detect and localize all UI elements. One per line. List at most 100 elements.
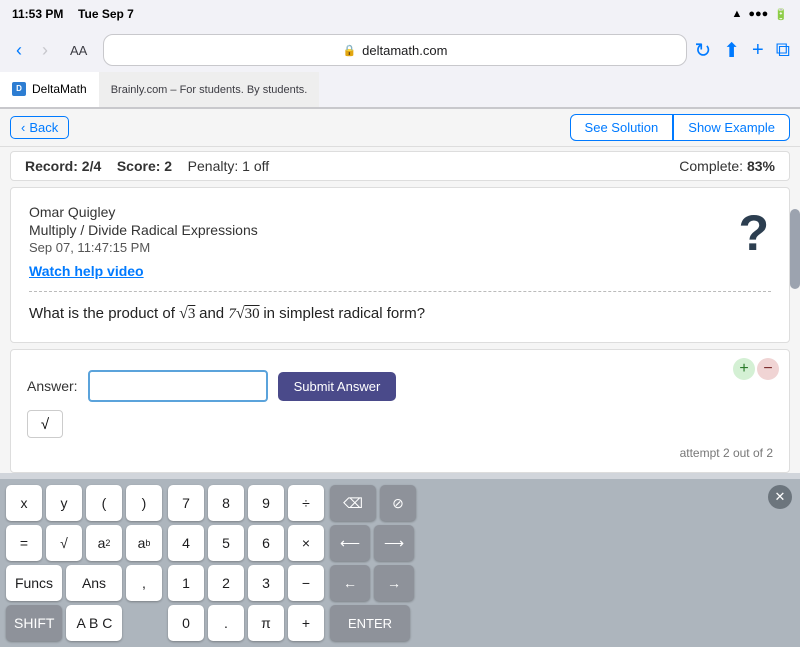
submit-answer-button[interactable]: Submit Answer [278,372,397,401]
key-y[interactable]: y [46,485,82,521]
wifi-icon: ▲ [731,8,742,20]
complete-info: Complete: 83% [679,158,775,174]
key-6[interactable]: 6 [248,525,284,561]
complete-label: Complete: [679,158,743,174]
answer-label: Answer: [27,378,78,394]
right-arrow-button[interactable]: ⟶ [374,525,414,561]
record-label: Record: [25,158,78,174]
zoom-in-button[interactable]: + [733,358,755,380]
left-arrow-button[interactable]: ⟵ [330,525,370,561]
keyboard-symbol-section: x y ( ) = √ a2 ab Funcs Ans , SHIFT A B … [6,485,162,641]
key-minus[interactable]: − [288,565,324,601]
key-pi[interactable]: π [248,605,284,641]
page-topbar: ‹ Back See Solution Show Example [0,109,800,147]
problem-date: Sep 07, 11:47:15 PM [29,240,771,255]
key-equals[interactable]: = [6,525,42,561]
status-bar: 11:53 PM Tue Sep 7 ▲ ●●● 🔋 [0,0,800,28]
lock-icon: 🔒 [342,44,356,57]
record-info: Record: 2/4 Score: 2 Penalty: 1 off [25,158,269,174]
share-button[interactable]: ⬆ [723,38,740,63]
url-text: deltamath.com [362,43,447,58]
time-display: 11:53 PM [12,7,63,21]
key-multiply[interactable]: × [288,525,324,561]
key-4[interactable]: 4 [168,525,204,561]
topbar-actions: See Solution Show Example [570,114,790,141]
add-tab-button[interactable]: + [752,39,764,62]
answer-row: Answer: Submit Answer [27,370,773,402]
date-display: Tue Sep 7 [78,7,134,21]
right-move-button[interactable]: → [374,565,414,601]
record-val: 2/4 [82,158,101,174]
math-expression-2: 7√30 [228,306,263,322]
tabs-bar: D DeltaMath Brainly.com – For students. … [0,72,800,108]
scroll-handle[interactable] [790,209,800,289]
key-3[interactable]: 3 [248,565,284,601]
see-solution-button[interactable]: See Solution [570,114,674,141]
problem-card: ? Omar Quigley Multiply / Divide Radical… [10,187,790,343]
left-move-button[interactable]: ← [330,565,370,601]
refresh-button[interactable]: ↻ [695,38,712,63]
sqrt-icon: √ [41,416,49,433]
key-close-paren[interactable]: ) [126,485,162,521]
sqrt-symbol-button[interactable]: √ [27,410,63,438]
battery-icon: 🔋 [774,8,788,21]
key-5[interactable]: 5 [208,525,244,561]
tab-brainly-label: Brainly.com – For students. By students. [111,84,308,96]
signal-icon: ●●● [748,8,768,20]
score-label: Score: [117,158,161,174]
url-bar[interactable]: 🔒 deltamath.com [103,34,686,66]
zoom-controls: + − [733,358,779,380]
tab-deltamath[interactable]: D DeltaMath [0,72,99,107]
action-row-3: ← → [330,565,416,601]
numpad-row-3: 1 2 3 − [168,565,324,601]
numpad-row-2: 4 5 6 × [168,525,324,561]
delete-button[interactable]: ⌫ [330,485,376,521]
toolbar-actions: ↻ ⬆ + ⧉ [695,38,791,63]
answer-input[interactable] [88,370,268,402]
score-val: 2 [164,158,172,174]
key-8[interactable]: 8 [208,485,244,521]
enter-button[interactable]: ENTER [330,605,410,641]
question-text: What is the product of √3 and 7√30 in si… [29,302,771,326]
key-abc[interactable]: A B C [66,605,122,641]
complete-val: 83% [747,158,775,174]
key-2[interactable]: 2 [208,565,244,601]
key-plus[interactable]: + [288,605,324,641]
key-comma[interactable]: , [126,565,162,601]
key-power[interactable]: ab [126,525,162,561]
key-x[interactable]: x [6,485,42,521]
tabs-button[interactable]: ⧉ [776,39,790,62]
key-divide[interactable]: ÷ [288,485,324,521]
zoom-out-button[interactable]: − [757,358,779,380]
key-squared[interactable]: a2 [86,525,122,561]
keyboard-close-button[interactable]: ✕ [768,485,792,509]
back-chevron-icon: ‹ [21,120,25,135]
key-1[interactable]: 1 [168,565,204,601]
show-example-button[interactable]: Show Example [673,114,790,141]
key-sqrt[interactable]: √ [46,525,82,561]
tab-brainly[interactable]: Brainly.com – For students. By students. [99,72,320,107]
key-row-3: Funcs Ans , [6,565,162,601]
circle-slash-button[interactable]: ⊘ [380,485,416,521]
keyboard-wrapper: x y ( ) = √ a2 ab Funcs Ans , SHIFT A B … [0,479,800,647]
action-row-1: ⌫ ⊘ [330,485,416,521]
key-funcs[interactable]: Funcs [6,565,62,601]
status-right: ▲ ●●● 🔋 [731,8,788,21]
key-decimal[interactable]: . [208,605,244,641]
key-shift[interactable]: SHIFT [6,605,62,641]
back-button[interactable]: ‹ [10,38,28,63]
key-ans[interactable]: Ans [66,565,122,601]
key-row-1: x y ( ) [6,485,162,521]
back-page-button[interactable]: ‹ Back [10,116,69,139]
key-row-4: SHIFT A B C [6,605,162,641]
key-7[interactable]: 7 [168,485,204,521]
watch-help-video-link[interactable]: Watch help video [29,263,771,279]
key-open-paren[interactable]: ( [86,485,122,521]
key-0[interactable]: 0 [168,605,204,641]
tab-deltamath-label: DeltaMath [32,82,87,96]
forward-button[interactable]: › [36,38,54,63]
reader-mode-button[interactable]: AA [62,41,95,60]
divider [29,291,771,292]
penalty-val: 1 off [242,158,269,174]
key-9[interactable]: 9 [248,485,284,521]
